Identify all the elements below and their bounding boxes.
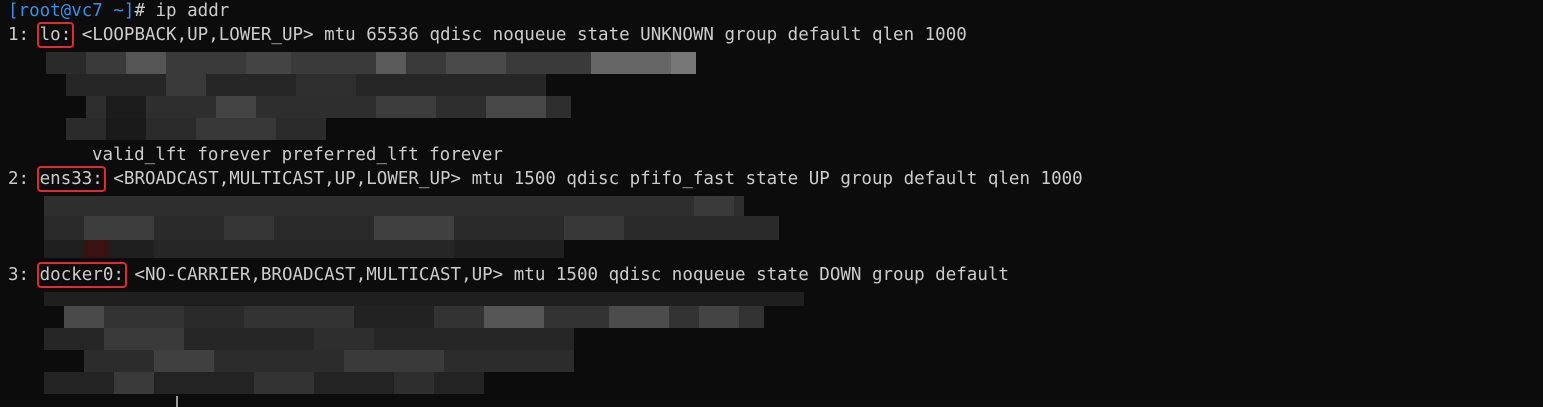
redacted-block-2: [44, 196, 784, 258]
redacted-block-3: [44, 292, 804, 400]
prompt-user-host: [root@vc7 ~]: [8, 1, 135, 21]
interface-index: 2:: [8, 169, 30, 189]
pixelated-redaction: [44, 292, 804, 394]
interface-line-ens33: 2: ens33: <BROADCAST,MULTICAST,UP,LOWER_…: [8, 166, 1083, 192]
interface-name-lo: lo:: [36, 22, 75, 48]
interface-index: 3:: [8, 265, 30, 285]
interface-flags: <NO-CARRIER,BROADCAST,MULTICAST,UP> mtu …: [123, 265, 1009, 285]
interface-index: 1:: [8, 25, 30, 45]
redacted-block-1: [46, 52, 706, 142]
terminal-window[interactable]: [root@vc7 ~]# ip addr 1: lo: <LOOPBACK,U…: [0, 0, 1543, 407]
interface-line-docker0: 3: docker0: <NO-CARRIER,BROADCAST,MULTIC…: [8, 262, 1009, 288]
prompt-line: [root@vc7 ~]# ip addr: [8, 1, 229, 21]
interface-name-docker0: docker0:: [36, 262, 127, 288]
pixelated-redaction: [44, 196, 779, 258]
prompt-command: ip addr: [144, 1, 230, 21]
cursor-mark: [176, 396, 178, 407]
interface-flags: <BROADCAST,MULTICAST,UP,LOWER_UP> mtu 15…: [102, 169, 1083, 189]
prompt-symbol: #: [134, 1, 145, 21]
valid-lft-line: valid_lft forever preferred_lft forever: [92, 145, 503, 165]
interface-line-lo: 1: lo: <LOOPBACK,UP,LOWER_UP> mtu 65536 …: [8, 22, 967, 48]
interface-flags: <LOOPBACK,UP,LOWER_UP> mtu 65536 qdisc n…: [71, 25, 967, 45]
pixelated-redaction: [46, 52, 696, 140]
interface-name-ens33: ens33:: [36, 166, 106, 192]
